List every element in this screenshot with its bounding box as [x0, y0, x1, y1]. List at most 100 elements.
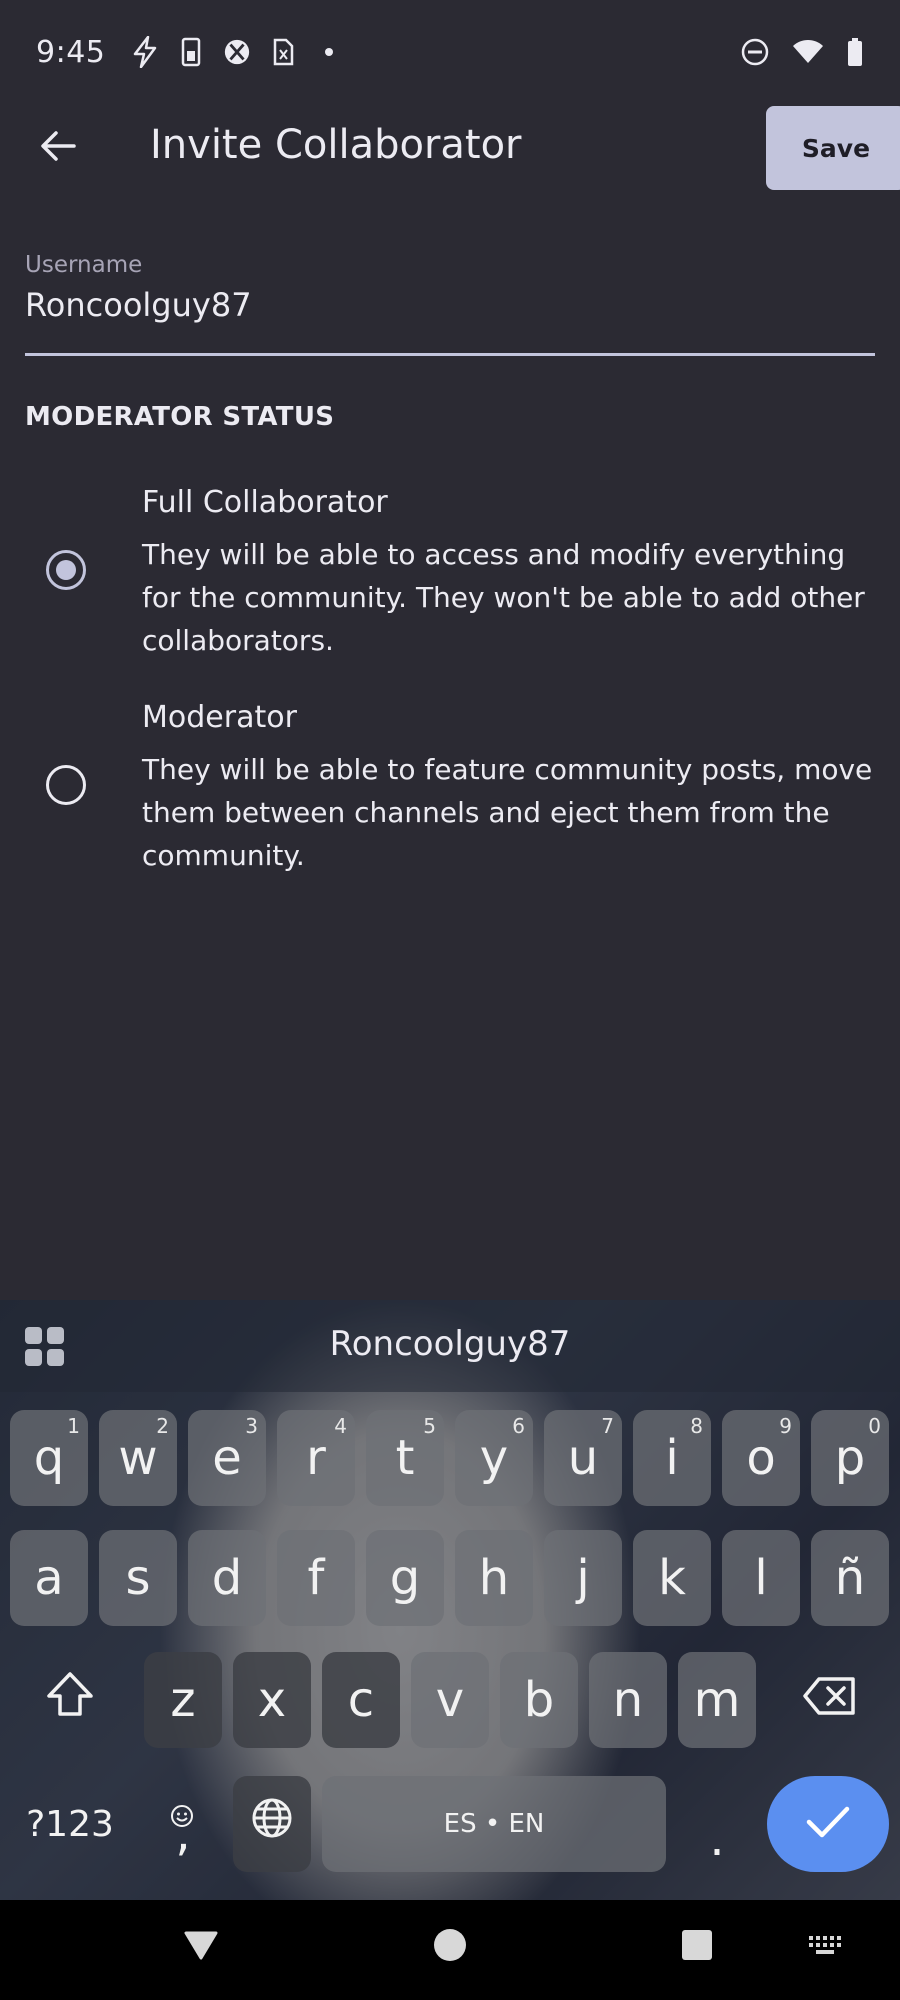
- key-hint: 4: [334, 1414, 347, 1438]
- key-r[interactable]: r4: [277, 1410, 355, 1506]
- navigation-bar: [0, 1900, 900, 2000]
- key-label: t: [395, 1430, 415, 1486]
- key-m[interactable]: m: [678, 1652, 756, 1748]
- triangle-down-icon: [183, 1929, 219, 1965]
- back-button[interactable]: [30, 120, 86, 176]
- nav-back-button[interactable]: [176, 1922, 226, 1972]
- key-hint: 3: [245, 1414, 258, 1438]
- key-p[interactable]: p0: [811, 1410, 889, 1506]
- period-label: .: [709, 1811, 725, 1867]
- do-not-disturb-icon: [740, 37, 770, 67]
- option-description: They will be able to access and modify e…: [142, 538, 865, 657]
- username-field[interactable]: Username Roncoolguy87: [25, 248, 875, 356]
- key-i[interactable]: i8: [633, 1410, 711, 1506]
- key-label: e: [212, 1430, 242, 1486]
- key-hint: 0: [868, 1414, 881, 1438]
- suggestion-word[interactable]: Roncoolguy87: [0, 1324, 900, 1364]
- key-a[interactable]: a: [10, 1530, 88, 1626]
- option-full-collaborator[interactable]: Full Collaborator They will be able to a…: [0, 485, 900, 665]
- key-o[interactable]: o9: [722, 1410, 800, 1506]
- moderator-status-heading: MODERATOR STATUS: [25, 402, 335, 432]
- option-description: They will be able to feature community p…: [142, 753, 873, 872]
- key-f[interactable]: f: [277, 1530, 355, 1626]
- key-u[interactable]: u7: [544, 1410, 622, 1506]
- keyboard: Roncoolguy87 q1 w2 e3 r4 t5 y6 u7 i8 o9 …: [0, 1300, 900, 1900]
- wifi-icon: [792, 39, 824, 65]
- status-time: 9:45: [36, 34, 106, 70]
- key-hint: 8: [690, 1414, 703, 1438]
- key-j[interactable]: j: [544, 1530, 622, 1626]
- key-y[interactable]: y6: [455, 1410, 533, 1506]
- key-label: o: [746, 1430, 776, 1486]
- system-icons: [740, 37, 864, 67]
- sim-icon: [269, 35, 297, 69]
- key-l[interactable]: l: [722, 1530, 800, 1626]
- key-b[interactable]: b: [500, 1652, 578, 1748]
- key-label: w: [118, 1430, 158, 1486]
- key-x[interactable]: x: [233, 1652, 311, 1748]
- option-title: Full Collaborator: [142, 485, 388, 520]
- battery-icon: [846, 37, 864, 67]
- page-title: Invite Collaborator: [150, 122, 522, 168]
- key-h[interactable]: h: [455, 1530, 533, 1626]
- shift-key[interactable]: [10, 1652, 130, 1748]
- xbox-icon: [223, 35, 251, 69]
- emoji-icon: [170, 1784, 194, 1840]
- key-label: u: [567, 1430, 599, 1486]
- key-label: y: [479, 1430, 509, 1486]
- key-label: q: [33, 1430, 65, 1486]
- key-c[interactable]: c: [322, 1652, 400, 1748]
- app-bar: Invite Collaborator Save: [0, 104, 900, 192]
- key-w[interactable]: w2: [99, 1410, 177, 1506]
- key-e[interactable]: e3: [188, 1410, 266, 1506]
- username-input[interactable]: Roncoolguy87: [25, 286, 252, 324]
- backspace-key[interactable]: [770, 1652, 890, 1748]
- key-hint: 5: [423, 1414, 436, 1438]
- status-bar: 9:45: [0, 0, 900, 104]
- language-key[interactable]: [233, 1776, 311, 1872]
- key-v[interactable]: v: [411, 1652, 489, 1748]
- key-hint: 6: [512, 1414, 525, 1438]
- key-label: r: [306, 1430, 326, 1486]
- keyboard-switch-button[interactable]: [800, 1922, 850, 1972]
- option-title: Moderator: [142, 700, 297, 735]
- key-n-tilde[interactable]: ñ: [811, 1530, 889, 1626]
- nav-recents-button[interactable]: [672, 1922, 722, 1972]
- space-label: ES • EN: [443, 1809, 545, 1839]
- nav-home-button[interactable]: [425, 1922, 475, 1972]
- key-s[interactable]: s: [99, 1530, 177, 1626]
- enter-button[interactable]: [767, 1776, 889, 1872]
- key-hint: 9: [779, 1414, 792, 1438]
- key-z[interactable]: z: [144, 1652, 222, 1748]
- radio-full-collaborator[interactable]: [46, 550, 86, 590]
- key-g[interactable]: g: [366, 1530, 444, 1626]
- option-moderator[interactable]: Moderator They will be able to feature c…: [0, 700, 900, 880]
- key-n[interactable]: n: [589, 1652, 667, 1748]
- circle-home-icon: [432, 1927, 468, 1967]
- arrow-left-icon: [38, 128, 78, 168]
- checkmark-icon: [805, 1804, 851, 1844]
- phone-battery-icon: [177, 35, 205, 69]
- key-hint: 2: [156, 1414, 169, 1438]
- globe-icon: [250, 1796, 294, 1852]
- backspace-icon: [803, 1672, 857, 1728]
- period-key[interactable]: .: [678, 1776, 756, 1872]
- comma-key[interactable]: ,: [144, 1776, 222, 1872]
- symbols-key[interactable]: ?123: [10, 1776, 130, 1872]
- key-q[interactable]: q1: [10, 1410, 88, 1506]
- space-key[interactable]: ES • EN: [322, 1776, 666, 1872]
- key-d[interactable]: d: [188, 1530, 266, 1626]
- save-button[interactable]: Save: [766, 106, 900, 190]
- key-k[interactable]: k: [633, 1530, 711, 1626]
- radio-moderator[interactable]: [46, 765, 86, 805]
- key-t[interactable]: t5: [366, 1410, 444, 1506]
- notification-icons: [131, 35, 343, 69]
- username-label: Username: [25, 252, 143, 278]
- key-hint: 1: [67, 1414, 80, 1438]
- dot-icon: [315, 35, 343, 69]
- bolt-icon: [131, 35, 159, 69]
- square-recents-icon: [681, 1929, 713, 1965]
- key-label: i: [665, 1430, 679, 1486]
- keyboard-icon: [808, 1934, 842, 1960]
- shift-icon: [45, 1671, 95, 1729]
